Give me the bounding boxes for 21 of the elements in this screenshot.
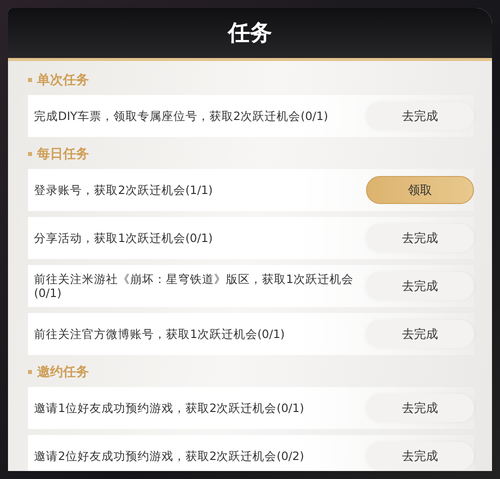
section-title: 邀约任务 bbox=[37, 364, 89, 381]
task-text: 前往关注官方微博账号，获取1次跃迁机会(0/1) bbox=[34, 326, 286, 342]
task-button[interactable]: 去完成 bbox=[366, 272, 474, 300]
task-button[interactable]: 领取 bbox=[366, 176, 474, 204]
task-button[interactable]: 去完成 bbox=[366, 102, 474, 130]
task-button[interactable]: 去完成 bbox=[366, 394, 474, 422]
task-text: 登录账号，获取2次跃迁机会(1/1) bbox=[34, 182, 214, 198]
section-title: 单次任务 bbox=[37, 72, 89, 89]
task-button[interactable]: 去完成 bbox=[366, 442, 474, 470]
bullet-icon bbox=[28, 370, 32, 374]
task-button[interactable]: 去完成 bbox=[366, 320, 474, 348]
task-text: 邀请2位好友成功预约游戏，获取2次跃迁机会(0/2) bbox=[34, 448, 306, 464]
bullet-icon bbox=[28, 152, 32, 156]
task-text: 邀请1位好友成功预约游戏，获取2次跃迁机会(0/1) bbox=[34, 400, 306, 416]
task-button[interactable]: 去完成 bbox=[366, 224, 474, 252]
task-text: 前往关注米游社《崩坏：星穹铁道》版区，获取1次跃迁机会(0/1) bbox=[34, 272, 354, 300]
task-text: 完成DIY车票，领取专属座位号，获取2次跃迁机会(0/1) bbox=[34, 108, 330, 124]
task-text: 分享活动，获取1次跃迁机会(0/1) bbox=[34, 230, 214, 246]
section-title: 每日任务 bbox=[37, 146, 89, 163]
bullet-icon bbox=[28, 78, 32, 82]
panel-title: 任务 bbox=[228, 20, 272, 48]
